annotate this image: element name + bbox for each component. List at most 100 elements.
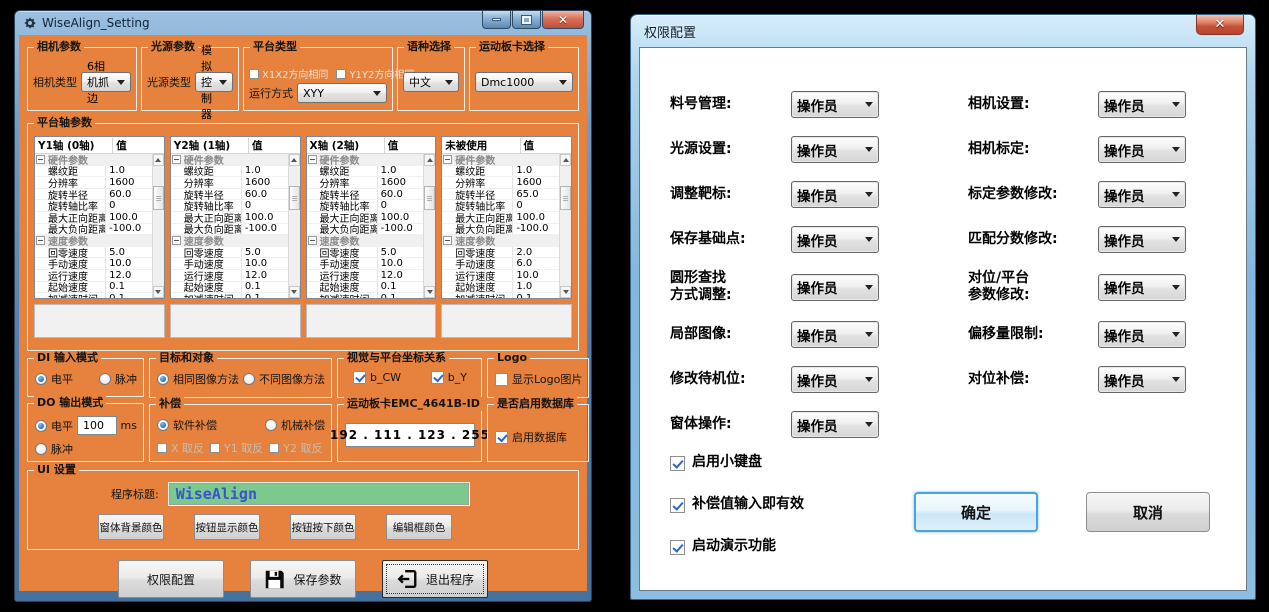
param-value[interactable]: 1.0: [512, 166, 559, 177]
permission-level-select[interactable]: 操作员: [791, 411, 879, 438]
b-cw-checkbox[interactable]: [353, 371, 366, 384]
param-row[interactable]: 加减速时间0.1: [35, 293, 152, 298]
param-value[interactable]: 0.1: [377, 293, 424, 298]
option-checkbox[interactable]: [670, 540, 685, 555]
light-type-select[interactable]: 模拟控制器: [195, 72, 233, 92]
permission-level-select[interactable]: 操作员: [1098, 181, 1186, 208]
param-value[interactable]: 10.0: [377, 258, 424, 269]
param-value[interactable]: 0: [377, 200, 424, 211]
do-ms-input[interactable]: 100: [77, 416, 117, 435]
scroll-down-icon[interactable]: [289, 286, 300, 298]
param-row[interactable]: 加减速时间0.1: [307, 293, 424, 298]
param-value[interactable]: -100.0: [512, 224, 559, 235]
param-value[interactable]: 2.0: [512, 247, 559, 258]
permission-level-select[interactable]: 操作员: [1098, 366, 1186, 393]
param-value[interactable]: 1.0: [512, 282, 559, 293]
scroll-up-icon[interactable]: [289, 154, 300, 166]
close-button[interactable]: ✕: [542, 11, 584, 29]
param-value[interactable]: 1.0: [241, 166, 288, 177]
param-value[interactable]: 65.0: [512, 189, 559, 200]
dialog-close-button[interactable]: ✕: [1196, 15, 1244, 35]
table-scrollbar[interactable]: [559, 154, 571, 298]
dialog-titlebar[interactable]: 权限配置 ✕: [631, 15, 1255, 47]
param-value[interactable]: 1.0: [377, 166, 424, 177]
software-comp-radio[interactable]: [157, 419, 169, 431]
collapse-icon[interactable]: [36, 236, 45, 245]
param-row[interactable]: 加减速时间0.1: [442, 293, 559, 298]
permission-level-select[interactable]: 操作员: [791, 181, 879, 208]
param-value[interactable]: 1600: [105, 177, 152, 188]
enable-database-checkbox[interactable]: [495, 431, 508, 444]
same-image-method-radio[interactable]: [157, 373, 169, 385]
do-pulse-radio[interactable]: [35, 443, 47, 455]
param-value[interactable]: 100.0: [241, 212, 288, 223]
button-pressed-color-button[interactable]: 按钮按下颜色: [290, 514, 356, 540]
param-value[interactable]: 0.1: [377, 282, 424, 293]
param-value[interactable]: 12.0: [377, 270, 424, 281]
exit-program-button[interactable]: 退出程序: [382, 560, 488, 598]
param-value[interactable]: 0: [512, 200, 559, 211]
x-invert-checkbox[interactable]: [157, 443, 167, 453]
param-value[interactable]: 0.1: [105, 293, 152, 298]
param-value[interactable]: 6.0: [512, 258, 559, 269]
param-value[interactable]: 60.0: [377, 189, 424, 200]
option-checkbox[interactable]: [670, 456, 685, 471]
di-pulse-radio[interactable]: [99, 373, 111, 385]
param-value[interactable]: 10.0: [241, 258, 288, 269]
param-value[interactable]: -100.0: [105, 224, 152, 235]
param-value[interactable]: 60.0: [105, 189, 152, 200]
param-value[interactable]: 10.0: [512, 270, 559, 281]
save-params-button[interactable]: 保存参数: [250, 560, 356, 598]
param-value[interactable]: 1600: [241, 177, 288, 188]
do-level-radio[interactable]: [35, 420, 47, 432]
permission-level-select[interactable]: 操作员: [1098, 91, 1186, 118]
collapse-icon[interactable]: [172, 236, 181, 245]
permission-level-select[interactable]: 操作员: [1098, 321, 1186, 348]
button-display-color-button[interactable]: 按钮显示颜色: [194, 514, 260, 540]
board-ip-input[interactable]: 192 . 111 . 123 . 255: [345, 423, 475, 447]
x1x2-same-direction-checkbox[interactable]: [249, 69, 259, 79]
param-value[interactable]: 12.0: [105, 270, 152, 281]
param-value[interactable]: 0: [241, 200, 288, 211]
param-value[interactable]: -100.0: [377, 224, 424, 235]
b-y-checkbox[interactable]: [431, 371, 444, 384]
show-logo-checkbox[interactable]: [495, 373, 508, 386]
scroll-up-icon[interactable]: [424, 154, 435, 166]
permission-level-select[interactable]: 操作员: [1098, 274, 1186, 301]
table-scrollbar[interactable]: [423, 154, 435, 298]
y2-invert-checkbox[interactable]: [269, 443, 279, 453]
param-value[interactable]: 0: [105, 200, 152, 211]
collapse-icon[interactable]: [308, 155, 317, 164]
di-level-radio[interactable]: [35, 373, 47, 385]
maximize-button[interactable]: [512, 11, 541, 29]
scroll-down-icon[interactable]: [424, 286, 435, 298]
camera-type-select[interactable]: 6相机抓边: [81, 72, 131, 92]
y1-invert-checkbox[interactable]: [210, 443, 220, 453]
param-row[interactable]: 加减速时间0.1: [171, 293, 288, 298]
param-value[interactable]: 100.0: [377, 212, 424, 223]
ok-button[interactable]: 确定: [914, 492, 1038, 532]
scroll-thumb[interactable]: [424, 186, 435, 210]
param-value[interactable]: 10.0: [105, 258, 152, 269]
param-value[interactable]: 12.0: [241, 270, 288, 281]
param-value[interactable]: 1.0: [105, 166, 152, 177]
diff-image-method-radio[interactable]: [243, 373, 255, 385]
scroll-thumb[interactable]: [289, 186, 300, 210]
param-value[interactable]: 5.0: [241, 247, 288, 258]
param-value[interactable]: -100.0: [241, 224, 288, 235]
collapse-icon[interactable]: [443, 155, 452, 164]
collapse-icon[interactable]: [308, 236, 317, 245]
scroll-up-icon[interactable]: [153, 154, 164, 166]
param-value[interactable]: 0.1: [105, 282, 152, 293]
param-value[interactable]: 5.0: [105, 247, 152, 258]
permission-level-select[interactable]: 操作员: [791, 91, 879, 118]
left-titlebar[interactable]: WiseAlign_Setting ✕: [15, 11, 591, 35]
cancel-button[interactable]: 取消: [1086, 492, 1210, 532]
scroll-down-icon[interactable]: [153, 286, 164, 298]
table-scrollbar[interactable]: [288, 154, 300, 298]
motion-board-select[interactable]: Dmc1000: [475, 72, 573, 92]
table-scrollbar[interactable]: [152, 154, 164, 298]
param-value[interactable]: 0.1: [241, 293, 288, 298]
param-value[interactable]: 60.0: [241, 189, 288, 200]
permission-level-select[interactable]: 操作员: [1098, 226, 1186, 253]
